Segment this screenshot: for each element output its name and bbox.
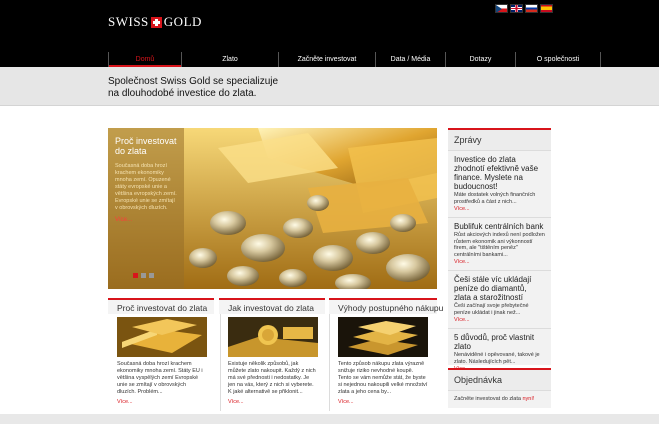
- gold-bars-thumbnail[interactable]: [117, 317, 207, 357]
- intro-text: Společnost Swiss Gold se specializuje na…: [108, 76, 368, 100]
- article-title[interactable]: Výhody postupného nákupu: [329, 300, 443, 316]
- news-title: Zprávy: [448, 130, 551, 151]
- hero-title: Proč investovat do zlata: [115, 136, 177, 156]
- gold-stack-thumbnail[interactable]: [338, 317, 428, 357]
- news-headline[interactable]: 5 důvodů, proč vlastnit zlato: [454, 333, 545, 351]
- article-title[interactable]: Jak investovat do zlata: [219, 300, 325, 316]
- english-flag-icon[interactable]: [510, 4, 523, 13]
- article-more-link[interactable]: Více...: [338, 399, 428, 405]
- russian-flag-icon[interactable]: [525, 4, 538, 13]
- nav-data-media[interactable]: Data / Média: [375, 52, 445, 67]
- logo-swiss: Swiss: [108, 14, 149, 29]
- nav-gold[interactable]: Zlato: [181, 52, 278, 67]
- news-item: Bublifuk centrálních bank Růst akciových…: [448, 218, 551, 271]
- news-headline[interactable]: Češi stále víc ukládají peníze do diaman…: [454, 275, 545, 302]
- article-column-1: Proč investovat do zlata Současná doba h…: [108, 298, 214, 405]
- nav-home[interactable]: Domů: [108, 52, 181, 67]
- intro-line-1: Společnost Swiss Gold se specializuje: [108, 76, 279, 87]
- order-title: Objednávka: [448, 370, 551, 391]
- order-now-link[interactable]: nyní!: [523, 396, 535, 402]
- hero-text: Současná doba hrozí krachem ekonomiky mn…: [115, 163, 177, 211]
- gold-coins-thumbnail[interactable]: [228, 317, 318, 357]
- language-switcher: [495, 4, 553, 13]
- swiss-cross-icon: [150, 16, 162, 28]
- news-excerpt: Nenáviděné i opěvované, takové je zlato.…: [454, 352, 540, 365]
- news-excerpt: Češi začínají svoje přebytečné peníze uk…: [454, 303, 529, 316]
- article-more-link[interactable]: Více...: [117, 399, 205, 405]
- article-title[interactable]: Proč investovat do zlata: [108, 300, 214, 316]
- hero-slider[interactable]: Proč investovat do zlata Současná doba h…: [108, 128, 437, 289]
- article-text: Tento způsob nákupu zlata výrazně snižuj…: [338, 361, 428, 395]
- main-nav: Domů Zlato Začněte investovat Data / Méd…: [108, 52, 601, 67]
- footer-strip: [0, 414, 659, 424]
- slider-dot-2[interactable]: [141, 273, 146, 278]
- czech-flag-icon[interactable]: [495, 4, 508, 13]
- site-header: Swiss Gold Domů Zlato Začněte investovat…: [0, 0, 659, 67]
- order-text-label: Začněte investovat do zlata: [454, 396, 521, 402]
- intro-banner: Společnost Swiss Gold se specializuje na…: [0, 67, 659, 106]
- hero-caption: Proč investovat do zlata Současná doba h…: [108, 128, 184, 289]
- article-column-2: Jak investovat do zlata Existuje několik…: [219, 298, 325, 405]
- article-text: Současná doba hrozí krachem ekonomiky mn…: [117, 361, 203, 395]
- article-more-link[interactable]: Více...: [228, 399, 316, 405]
- slider-pagination: [133, 273, 154, 278]
- news-more-link[interactable]: Více...: [454, 206, 545, 212]
- news-sidebar: Zprávy Investice do zlata zhodnotí efekt…: [448, 128, 551, 372]
- nav-about[interactable]: O společnosti: [515, 52, 601, 67]
- order-box: Objednávka Začněte investovat do zlata n…: [448, 368, 551, 408]
- spanish-flag-icon[interactable]: [540, 4, 553, 13]
- news-excerpt: Růst akciových indexů není podložen růst…: [454, 232, 545, 258]
- swiss-gold-logo[interactable]: Swiss Gold: [108, 14, 202, 30]
- logo-gold: Gold: [163, 14, 202, 29]
- slider-dot-1[interactable]: [133, 273, 138, 278]
- nav-start-investing[interactable]: Začněte investovat: [278, 52, 375, 67]
- slider-dot-3[interactable]: [149, 273, 154, 278]
- intro-line-2: na dlouhodobé investice do zlata.: [108, 88, 257, 99]
- news-headline[interactable]: Investice do zlata zhodnotí efektivně va…: [454, 155, 545, 191]
- news-more-link[interactable]: Více...: [454, 317, 545, 323]
- news-excerpt: Máte dostatek volných finančních prostře…: [454, 192, 536, 205]
- hero-more-link[interactable]: Více...: [115, 217, 177, 223]
- news-item: Češi stále víc ukládají peníze do diaman…: [448, 271, 551, 329]
- order-text: Začněte investovat do zlata nyní!: [448, 391, 551, 407]
- news-headline[interactable]: Bublifuk centrálních bank: [454, 222, 545, 231]
- article-column-3: Výhody postupného nákupu Tento způsob ná…: [329, 298, 443, 405]
- news-more-link[interactable]: Více...: [454, 259, 545, 265]
- news-item: Investice do zlata zhodnotí efektivně va…: [448, 151, 551, 218]
- article-text: Existuje několik způsobů, jak můžete zla…: [228, 361, 316, 395]
- nav-questions[interactable]: Dotazy: [445, 52, 515, 67]
